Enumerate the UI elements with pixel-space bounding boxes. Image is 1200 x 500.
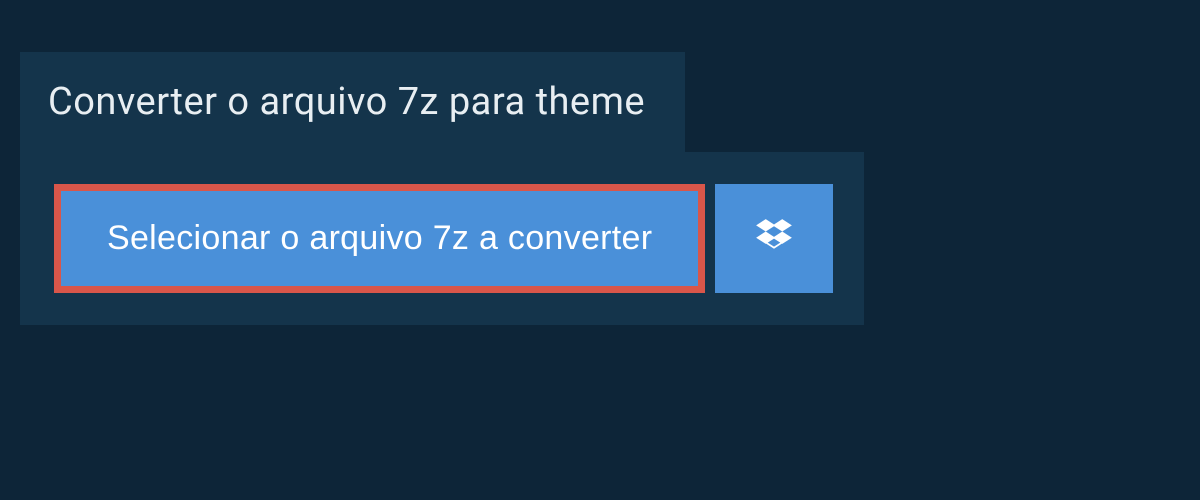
action-panel: Selecionar o arquivo 7z a converter [20, 152, 864, 325]
dropbox-icon [752, 215, 796, 262]
page-title: Converter o arquivo 7z para theme [48, 80, 645, 124]
dropbox-button[interactable] [715, 184, 833, 293]
select-file-label: Selecionar o arquivo 7z a converter [107, 219, 652, 258]
select-file-button[interactable]: Selecionar o arquivo 7z a converter [54, 184, 705, 293]
title-bar: Converter o arquivo 7z para theme [20, 52, 685, 152]
button-row: Selecionar o arquivo 7z a converter [54, 184, 830, 293]
